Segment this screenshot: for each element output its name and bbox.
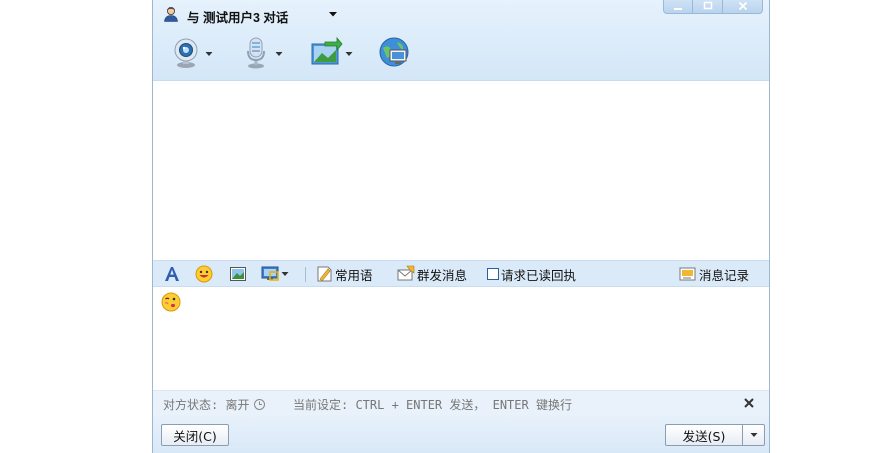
video-chat-button[interactable] bbox=[169, 36, 213, 72]
send-button[interactable]: 发送(S) bbox=[665, 424, 743, 446]
message-history-button[interactable]: 消息记录 bbox=[679, 265, 749, 283]
close-icon bbox=[738, 1, 747, 11]
window-title: 与 测试用户3 对话 bbox=[187, 11, 289, 25]
phrases-icon bbox=[317, 266, 332, 282]
peer-status-text: 对方状态: 离开 bbox=[163, 398, 250, 412]
common-phrases-button[interactable]: 常用语 bbox=[315, 265, 373, 283]
close-window-button[interactable] bbox=[723, 0, 763, 14]
common-phrases-label: 常用语 bbox=[335, 267, 373, 283]
message-history-icon bbox=[679, 267, 696, 281]
title-bar: 与 测试用户3 对话 bbox=[153, 0, 769, 81]
file-transfer-icon bbox=[311, 36, 343, 65]
clock-icon bbox=[254, 399, 266, 410]
chevron-down-icon bbox=[281, 272, 289, 276]
chevron-down-icon bbox=[205, 52, 213, 56]
group-send-button[interactable]: 群发消息 bbox=[397, 265, 467, 283]
font-button[interactable] bbox=[163, 265, 181, 283]
chevron-down-icon bbox=[275, 52, 283, 56]
remote-desktop-icon bbox=[379, 37, 409, 67]
remote-assist-button[interactable] bbox=[377, 36, 421, 72]
current-setting: 当前设定: CTRL + ENTER 发送， ENTER 键换行 bbox=[293, 398, 572, 412]
screenshot-icon bbox=[261, 266, 279, 281]
chevron-down-icon bbox=[750, 433, 757, 437]
message-history-pane[interactable] bbox=[153, 81, 769, 260]
status-bar: 对方状态: 离开 当前设定: CTRL + ENTER 发送， ENTER 键换… bbox=[153, 390, 769, 416]
chevron-down-icon[interactable] bbox=[327, 8, 339, 20]
toolbar-separator bbox=[305, 267, 306, 282]
edit-toolbar: 常用语 群发消息 请求已读回执 消息记录 bbox=[153, 260, 769, 287]
read-receipt-label: 请求已读回执 bbox=[501, 267, 577, 283]
send-file-button[interactable] bbox=[309, 36, 353, 72]
message-input[interactable] bbox=[153, 287, 769, 390]
read-receipt-check[interactable] bbox=[487, 268, 499, 280]
user-icon bbox=[164, 7, 178, 22]
image-icon bbox=[230, 267, 246, 281]
emoji-button[interactable] bbox=[195, 265, 213, 283]
chevron-down-icon bbox=[345, 52, 353, 56]
read-receipt-checkbox[interactable]: 请求已读回执 bbox=[487, 265, 576, 283]
peer-status: 对方状态: 离开 bbox=[163, 396, 266, 413]
font-icon bbox=[165, 267, 179, 281]
close-icon[interactable] bbox=[742, 396, 756, 410]
webcam-icon bbox=[174, 38, 198, 68]
message-history-label: 消息记录 bbox=[699, 267, 750, 283]
bottom-bar: 关闭(C) 发送(S) bbox=[153, 415, 769, 453]
image-button[interactable] bbox=[229, 265, 247, 283]
emoji-icon bbox=[195, 265, 213, 283]
kiss-emoji-icon bbox=[161, 292, 181, 312]
microphone-icon bbox=[247, 37, 265, 69]
group-send-label: 群发消息 bbox=[417, 267, 468, 283]
voice-chat-button[interactable] bbox=[239, 36, 283, 72]
maximize-icon bbox=[703, 1, 712, 10]
close-button[interactable]: 关闭(C) bbox=[161, 424, 229, 446]
screenshot-button[interactable] bbox=[261, 265, 289, 283]
maximize-button[interactable] bbox=[693, 0, 723, 14]
chat-window: 与 测试用户3 对话 常用语 群发消息 请求已读回执 消息记录 对方状态: 离开… bbox=[152, 0, 770, 453]
send-options-button[interactable] bbox=[742, 424, 765, 446]
minimize-button[interactable] bbox=[663, 0, 693, 14]
minimize-icon bbox=[674, 8, 682, 10]
group-send-icon bbox=[397, 265, 415, 281]
